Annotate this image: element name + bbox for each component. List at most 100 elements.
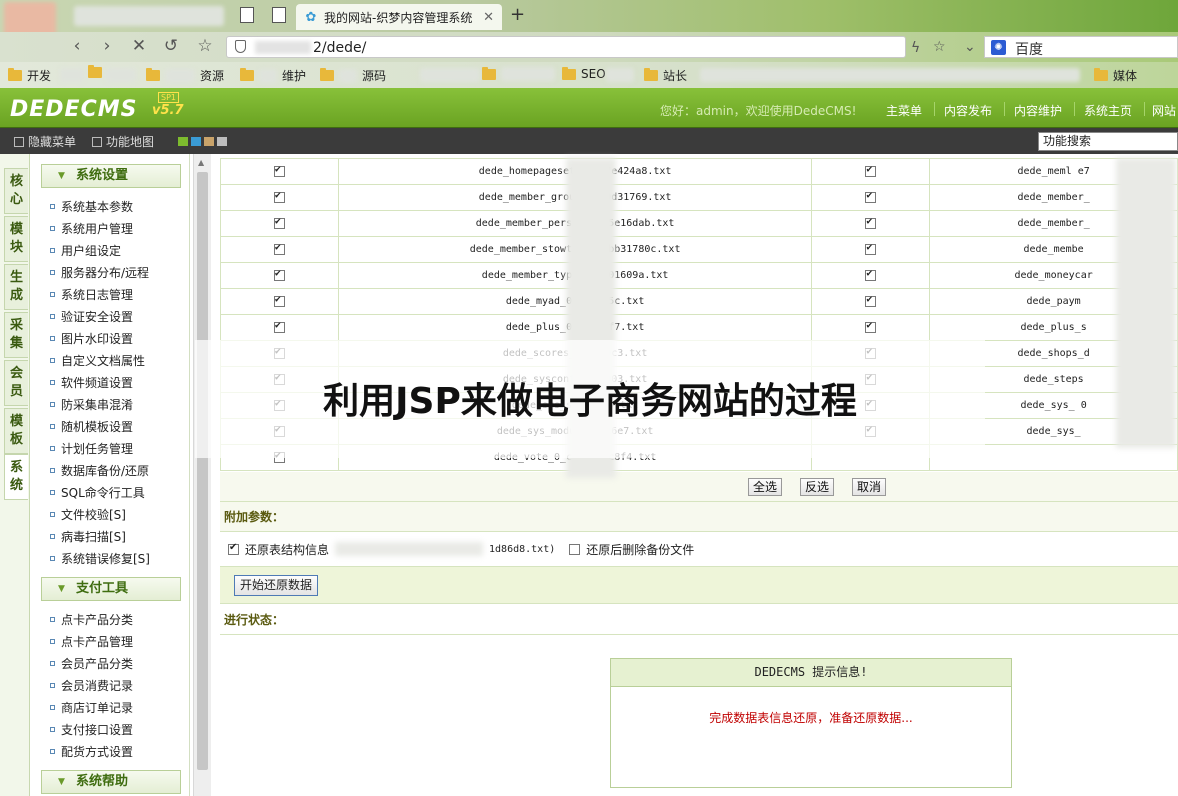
progress-message: 完成数据表信息还原，准备还原数据...: [709, 711, 913, 725]
tab-active[interactable]: ✿ 我的网站-织梦内容管理系统 ✕: [296, 4, 502, 30]
nav-content-maintain[interactable]: 内容维护: [1014, 102, 1062, 119]
menu-item[interactable]: 支付接口设置: [50, 721, 133, 738]
menu-item[interactable]: 病毒扫描[S]: [50, 528, 126, 545]
nav-website[interactable]: 网站: [1152, 102, 1176, 119]
menu-item[interactable]: 文件校验[S]: [50, 506, 126, 523]
address-bar[interactable]: 2/dede/ ϟ ☆: [226, 36, 946, 58]
menu-section-system-settings[interactable]: ▼ 系统设置: [41, 164, 181, 188]
bookmark-folder[interactable]: 维护: [240, 67, 306, 84]
new-tab-icon[interactable]: +: [510, 4, 525, 25]
row-checkbox-right[interactable]: [865, 242, 877, 255]
row-checkbox-left[interactable]: [273, 164, 285, 177]
menu-item[interactable]: 自定义文档属性: [50, 352, 145, 369]
vtab-module[interactable]: 模块: [4, 216, 28, 262]
menu-section-system-help[interactable]: ▼ 系统帮助: [41, 770, 181, 794]
bookmark-folder[interactable]: 开发: [8, 67, 51, 84]
menu-item[interactable]: 计划任务管理: [50, 440, 133, 457]
row-checkbox-left[interactable]: [273, 268, 285, 281]
back-icon[interactable]: ‹: [66, 36, 88, 56]
bookmark-folder[interactable]: [88, 65, 102, 78]
menu-item[interactable]: 用户组设定: [50, 242, 121, 259]
menu-item[interactable]: SQL命令行工具: [50, 484, 145, 501]
menu-scrollbar[interactable]: ▲: [193, 154, 211, 796]
row-checkbox-right[interactable]: [865, 294, 877, 307]
reload-icon[interactable]: ↺: [160, 36, 182, 56]
start-restore-button[interactable]: 开始还原数据: [234, 575, 319, 596]
overlay-title: 利用JSP来做电子商务网站的过程: [323, 381, 857, 422]
nav-content-publish[interactable]: 内容发布: [944, 102, 992, 119]
row-checkbox-left[interactable]: [273, 216, 285, 229]
skin-swatch-blue[interactable]: [191, 137, 201, 146]
bookmark-folder[interactable]: 媒体: [1094, 67, 1137, 84]
dropdown-chevron-icon[interactable]: ⌄: [964, 39, 976, 55]
tab-doc-icon[interactable]: [272, 7, 286, 23]
skin-swatch-brown[interactable]: [204, 137, 214, 146]
nav-system-home[interactable]: 系统主页: [1084, 102, 1132, 119]
row-checkbox-left[interactable]: [273, 294, 285, 307]
vtab-template[interactable]: 模板: [4, 408, 28, 454]
nav-main-menu[interactable]: 主菜单: [886, 102, 922, 119]
menu-item[interactable]: 随机模板设置: [50, 418, 133, 435]
bookmark-folder[interactable]: 资源: [146, 67, 224, 84]
bookmark-folder[interactable]: SEO: [562, 66, 606, 81]
row-checkbox-left[interactable]: [273, 190, 285, 203]
blurred-bookmark: [60, 68, 84, 82]
invert-selection-button[interactable]: 反选: [800, 478, 835, 496]
favorite-star-icon[interactable]: ☆: [194, 36, 216, 56]
bookmark-folder[interactable]: 站长: [644, 67, 687, 84]
delete-after-restore-checkbox[interactable]: [569, 543, 581, 555]
skin-swatch-gray[interactable]: [217, 137, 227, 146]
menu-item[interactable]: 点卡产品管理: [50, 633, 133, 650]
main-content: dede_homepageset_0 027e424a8.txtdede_mem…: [218, 154, 1178, 796]
menu-section-payment-tools[interactable]: ▼ 支付工具: [41, 577, 181, 601]
menu-item[interactable]: 系统错误修复[S]: [50, 550, 150, 567]
menu-item[interactable]: 图片水印设置: [50, 330, 133, 347]
menu-item[interactable]: 防采集串混淆: [50, 396, 133, 413]
menu-item[interactable]: 系统基本参数: [50, 198, 133, 215]
row-checkbox-right[interactable]: [865, 216, 877, 229]
start-row: 开始还原数据: [220, 566, 1178, 604]
vtab-collect[interactable]: 采集: [4, 312, 28, 358]
menu-item[interactable]: 系统日志管理: [50, 286, 133, 303]
skin-swatch-green[interactable]: [178, 137, 188, 146]
menu-item[interactable]: 配货方式设置: [50, 743, 133, 760]
menu-item[interactable]: 会员消费记录: [50, 677, 133, 694]
cancel-selection-button[interactable]: 取消: [852, 478, 887, 496]
bookmark-star-icon[interactable]: ☆: [933, 39, 946, 55]
bookmark-folder[interactable]: 源码: [320, 67, 386, 84]
row-checkbox-left[interactable]: [273, 242, 285, 255]
close-tab-icon[interactable]: ✕: [483, 10, 494, 25]
row-checkbox-left[interactable]: [273, 320, 285, 333]
bookmark-folder[interactable]: [482, 66, 555, 81]
restore-structure-checkbox[interactable]: [228, 542, 239, 555]
browser-search-box[interactable]: ✺ 百度: [984, 36, 1178, 58]
forward-icon[interactable]: ›: [96, 36, 118, 56]
scroll-thumb[interactable]: [197, 172, 208, 770]
site-map-button[interactable]: 功能地图: [92, 133, 154, 150]
menu-item[interactable]: 服务器分布/远程: [50, 264, 149, 281]
vtab-member[interactable]: 会员: [4, 360, 28, 406]
menu-item[interactable]: 数据库备份/还原: [50, 462, 149, 479]
select-all-button[interactable]: 全选: [748, 478, 783, 496]
vtab-core[interactable]: 核心: [4, 168, 28, 214]
row-checkbox-right[interactable]: [865, 268, 877, 281]
function-search-input[interactable]: 功能搜索: [1038, 132, 1178, 151]
checkbox-cell: [811, 210, 931, 237]
menu-item[interactable]: 点卡产品分类: [50, 611, 133, 628]
vtab-generate[interactable]: 生成: [4, 264, 28, 310]
nav-separator: [1144, 102, 1145, 116]
lightning-icon[interactable]: ϟ: [911, 40, 920, 56]
row-checkbox-right[interactable]: [865, 190, 877, 203]
stop-icon[interactable]: ✕: [128, 36, 150, 56]
menu-item[interactable]: 商店订单记录: [50, 699, 133, 716]
scroll-up-icon[interactable]: ▲: [198, 158, 204, 167]
row-checkbox-right[interactable]: [865, 164, 877, 177]
menu-item[interactable]: 会员产品分类: [50, 655, 133, 672]
vtab-system[interactable]: 系统: [4, 454, 28, 500]
menu-item[interactable]: 软件频道设置: [50, 374, 133, 391]
hide-menu-button[interactable]: 隐藏菜单: [14, 133, 76, 150]
menu-item[interactable]: 验证安全设置: [50, 308, 133, 325]
tab-doc-icon[interactable]: [240, 7, 254, 23]
menu-item[interactable]: 系统用户管理: [50, 220, 133, 237]
row-checkbox-right[interactable]: [865, 320, 877, 333]
